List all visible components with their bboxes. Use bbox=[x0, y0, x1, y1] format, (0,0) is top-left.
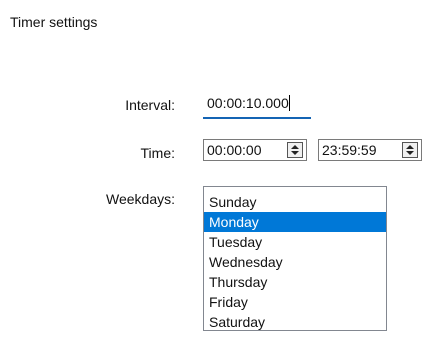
list-item-saturday[interactable]: Saturday bbox=[204, 312, 386, 332]
list-item-thursday[interactable]: Thursday bbox=[204, 272, 386, 292]
list-item-friday[interactable]: Friday bbox=[204, 292, 386, 312]
interval-label: Interval: bbox=[125, 97, 175, 113]
interval-focus-underline bbox=[203, 117, 311, 119]
start-time-spin-icon[interactable] bbox=[287, 142, 303, 158]
start-time-spinbox[interactable]: 00:00:00 bbox=[203, 139, 307, 161]
list-item-sunday[interactable]: Sunday bbox=[204, 192, 386, 212]
list-item-monday[interactable]: Monday bbox=[204, 212, 386, 232]
panel-title: Timer settings bbox=[10, 14, 98, 30]
list-item-tuesday[interactable]: Tuesday bbox=[204, 232, 386, 252]
list-item-wednesday[interactable]: Wednesday bbox=[204, 252, 386, 272]
text-caret bbox=[288, 95, 290, 111]
interval-value: 00:00:10.000 bbox=[207, 95, 289, 111]
start-time-value[interactable]: 00:00:00 bbox=[204, 140, 287, 160]
weekdays-listbox[interactable]: Sunday Monday Tuesday Wednesday Thursday… bbox=[203, 186, 387, 331]
end-time-spinbox[interactable]: 23:59:59 bbox=[318, 139, 422, 161]
end-time-spin-icon[interactable] bbox=[402, 142, 418, 158]
weekdays-label: Weekdays: bbox=[106, 191, 175, 207]
end-time-value[interactable]: 23:59:59 bbox=[319, 140, 402, 160]
time-label: Time: bbox=[140, 145, 175, 161]
timer-settings-panel: Timer settings Interval: 00:00:10.000 Ti… bbox=[0, 0, 436, 338]
interval-input[interactable]: 00:00:10.000 bbox=[203, 91, 309, 117]
